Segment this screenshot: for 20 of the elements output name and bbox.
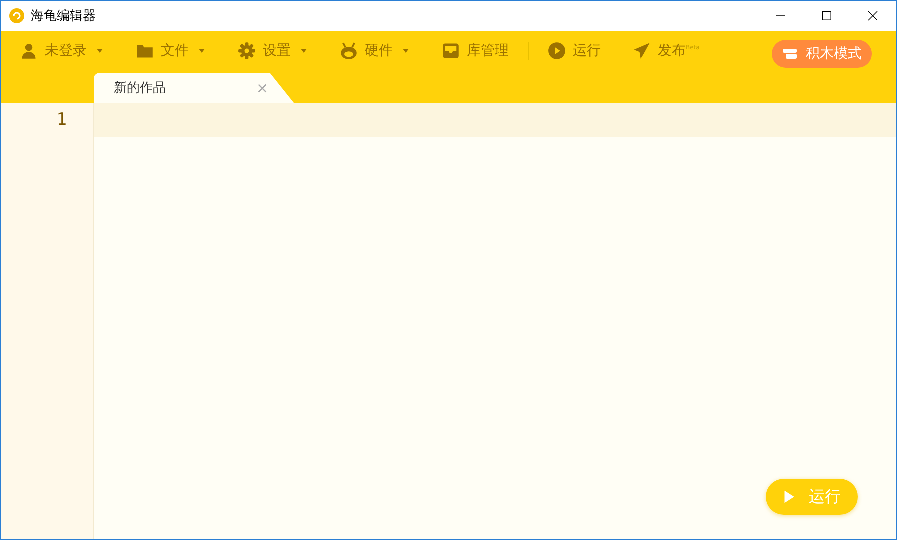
play-icon: [548, 42, 566, 60]
close-icon[interactable]: [257, 82, 268, 94]
gear-icon: [238, 42, 256, 60]
window-title: 海龟编辑器: [31, 8, 96, 25]
line-number: 1: [56, 109, 68, 132]
mode-button[interactable]: 积木模式: [772, 40, 872, 68]
menu-item[interactable]: 未登录: [13, 38, 111, 64]
menu-item[interactable]: 设置: [231, 38, 315, 64]
inbox-icon: [442, 42, 460, 60]
menu-item[interactable]: 运行: [541, 38, 608, 64]
blocks-icon: [782, 46, 798, 62]
editor-tab[interactable]: 新的作品: [94, 73, 294, 103]
play-icon: [783, 489, 797, 505]
user-icon: [20, 42, 38, 60]
app-logo-icon: [9, 8, 25, 24]
robot-icon: [340, 42, 358, 60]
menu-item[interactable]: 文件: [129, 38, 213, 64]
menu-item[interactable]: 硬件: [333, 38, 417, 64]
send-icon: [633, 42, 651, 60]
menu-item[interactable]: 库管理: [435, 38, 516, 64]
